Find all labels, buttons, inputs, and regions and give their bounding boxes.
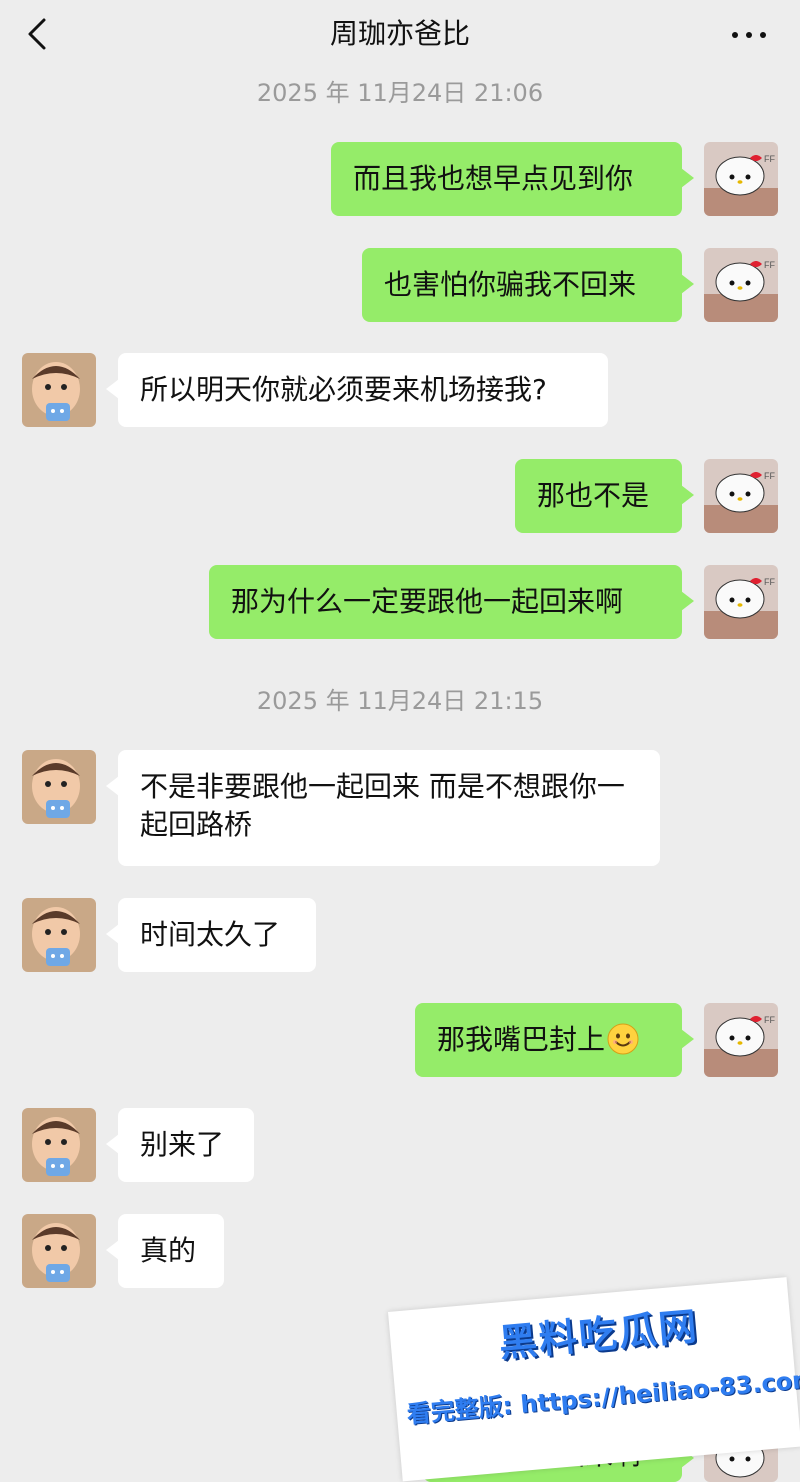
svg-text:FF: FF xyxy=(764,471,775,481)
message-bubble-other[interactable]: 真的 xyxy=(106,1214,224,1288)
svg-text:FF: FF xyxy=(764,1015,775,1025)
message-timestamp: 2025 年 11月24日 21:15 xyxy=(256,687,544,715)
message-bubble-other[interactable]: 时间太久了 xyxy=(106,898,316,972)
chat-title: 周珈亦爸比 xyxy=(329,17,470,50)
svg-text:FF: FF xyxy=(764,154,775,164)
message-bubble-other[interactable]: 所以明天你就必须要来机场接我? xyxy=(106,353,608,427)
baby-avatar[interactable] xyxy=(22,898,96,972)
chat-header: 周珈亦爸比 xyxy=(0,0,800,72)
baby-avatar[interactable] xyxy=(22,1108,96,1182)
message-bubble-other[interactable]: 别来了 xyxy=(106,1108,254,1182)
watermark-url: 看完整版: https://heiliao-83.com xyxy=(405,1364,800,1429)
hello-kitty-avatar[interactable]: FF xyxy=(704,565,778,639)
baby-avatar[interactable] xyxy=(22,353,96,427)
message-bubble-self[interactable]: 那也不是 xyxy=(515,459,694,533)
hello-kitty-avatar[interactable]: FF xyxy=(704,248,778,322)
hello-kitty-avatar[interactable]: FF xyxy=(704,142,778,216)
message-bubble-self[interactable]: 那我嘴巴封上 xyxy=(415,1003,694,1077)
baby-avatar[interactable] xyxy=(22,750,96,824)
message-timestamp: 2025 年 11月24日 21:06 xyxy=(256,79,544,107)
hello-kitty-avatar[interactable]: FF xyxy=(704,459,778,533)
message-text: 那我嘴巴封上 xyxy=(437,1023,606,1056)
smile-emoji-icon xyxy=(607,1023,639,1055)
watermark-banner: 黑料吃瓜网 看完整版: https://heiliao-83.com xyxy=(388,1277,800,1482)
baby-avatar[interactable] xyxy=(22,1214,96,1288)
message-bubble-other[interactable]: 不是非要跟他一起回来 而是不想跟你一起回路桥 xyxy=(106,750,660,866)
message-bubble-self[interactable]: 而且我也想早点见到你 xyxy=(331,142,694,216)
message-bubble-self[interactable]: 也害怕你骗我不回来 xyxy=(362,248,694,322)
hello-kitty-avatar[interactable]: FF xyxy=(704,1003,778,1077)
svg-text:FF: FF xyxy=(764,260,775,270)
more-dots-icon[interactable] xyxy=(726,22,774,46)
message-bubble-self[interactable]: 那为什么一定要跟他一起回来啊 xyxy=(209,565,694,639)
svg-text:FF: FF xyxy=(764,577,775,587)
watermark-brand: 黑料吃瓜网 xyxy=(497,1304,701,1366)
